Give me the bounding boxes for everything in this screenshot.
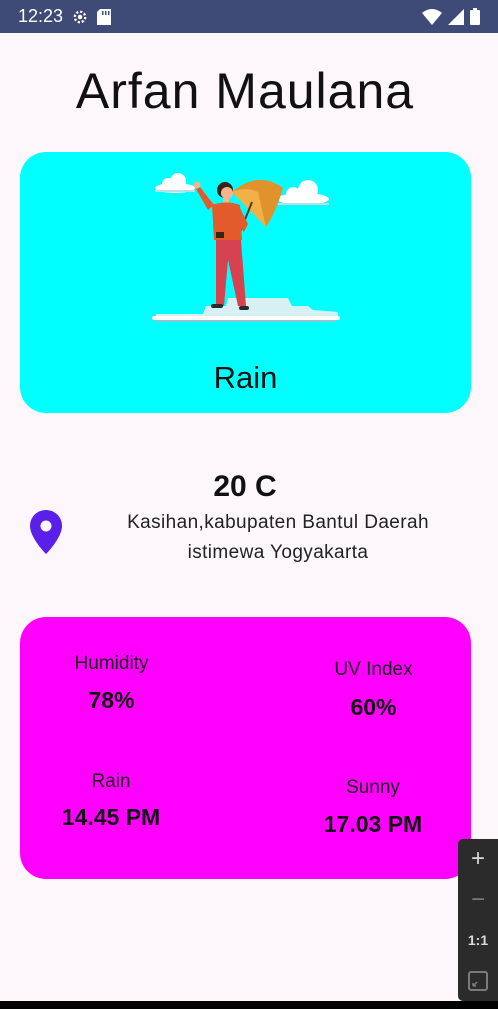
status-bar: 12:23: [0, 0, 498, 33]
rain-value: 14.45 PM: [61, 804, 161, 830]
status-right: [422, 8, 480, 25]
uv-index-label: UV Index: [334, 659, 413, 680]
sd-card-icon: [97, 8, 112, 25]
fit-screen-icon[interactable]: [458, 962, 498, 1000]
wifi-icon: [422, 8, 442, 25]
page-title: Arfan Maulana: [75, 63, 415, 119]
rain-label: Rain: [91, 771, 131, 792]
zoom-in-button[interactable]: +: [458, 840, 498, 878]
humidity-label: Humidity: [74, 653, 149, 674]
location-text: Kasihan,kabupaten Bantul Daerah istimewa…: [127, 512, 429, 563]
battery-icon: [470, 8, 480, 25]
signal-icon: [448, 8, 464, 25]
zoom-out-button[interactable]: −: [458, 881, 498, 919]
status-left: 12:23: [18, 6, 112, 27]
actual-size-button[interactable]: 1:1: [458, 921, 498, 959]
cloud-icon-right: [277, 180, 329, 205]
bottom-bar: [0, 1001, 498, 1009]
stats-card: Humidity 78% UV Index 60% Rain 14.45 PM …: [20, 617, 471, 879]
weather-condition: Rain: [213, 360, 278, 395]
temperature: 20 C: [213, 470, 277, 503]
person-with-umbrella-illustration: [148, 172, 348, 327]
sunny-label: Sunny: [346, 777, 400, 798]
sunny-value: 17.03 PM: [323, 811, 423, 837]
settings-icon: [71, 8, 89, 26]
zoom-controls: + − 1:1: [458, 839, 498, 1001]
humidity-value: 78%: [88, 687, 135, 713]
status-time: 12:23: [18, 6, 64, 26]
weather-card: Rain: [20, 152, 471, 413]
location-pin-icon: [30, 510, 62, 559]
cloud-icon-left: [155, 173, 195, 193]
uv-index-value: 60%: [350, 694, 397, 720]
